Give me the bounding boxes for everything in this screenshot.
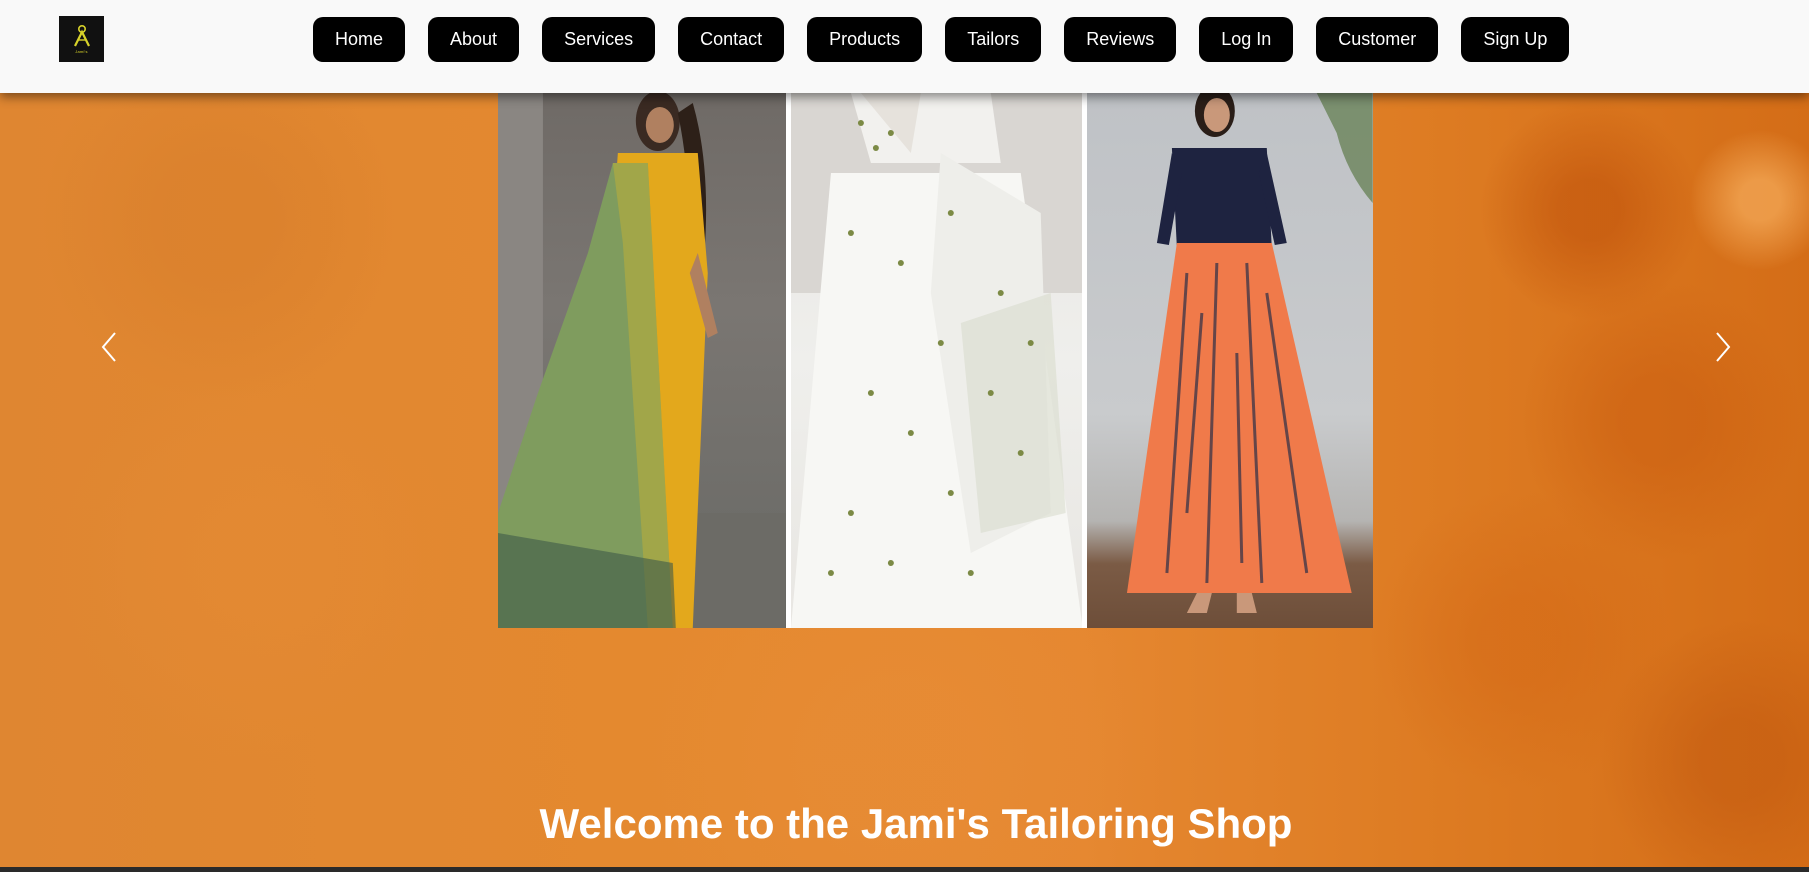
chevron-left-icon [101, 332, 116, 362]
dress-photo-orange [1087, 93, 1373, 628]
chevron-right-icon [1716, 332, 1731, 362]
nav-customer-button[interactable]: Customer [1316, 17, 1439, 62]
carousel-prev-button[interactable] [97, 329, 121, 365]
navbar: Jami's Home About Services Contact Produ… [0, 0, 1809, 93]
carousel-slide-image [498, 93, 1373, 628]
dress-photo-yellow [498, 93, 786, 628]
nav-home-button[interactable]: Home [313, 17, 406, 62]
nav-products-button[interactable]: Products [807, 17, 923, 62]
nav-tailors-button[interactable]: Tailors [945, 17, 1042, 62]
nav-services-button[interactable]: Services [542, 17, 656, 62]
nav-reviews-button[interactable]: Reviews [1064, 17, 1177, 62]
logo-text: Jami's [75, 49, 88, 54]
main-nav: Home About Services Contact Products Tai… [313, 17, 1570, 62]
dress-photo-white [790, 93, 1083, 628]
nav-login-button[interactable]: Log In [1199, 17, 1294, 62]
nav-signup-button[interactable]: Sign Up [1461, 17, 1570, 62]
logo-icon [73, 24, 90, 47]
welcome-heading: Welcome to the Jami's Tailoring Shop [539, 800, 1293, 847]
bottom-divider [0, 867, 1809, 872]
nav-about-button[interactable]: About [428, 17, 520, 62]
site-logo[interactable]: Jami's [59, 16, 104, 62]
nav-contact-button[interactable]: Contact [678, 17, 785, 62]
carousel-next-button[interactable] [1711, 329, 1735, 365]
